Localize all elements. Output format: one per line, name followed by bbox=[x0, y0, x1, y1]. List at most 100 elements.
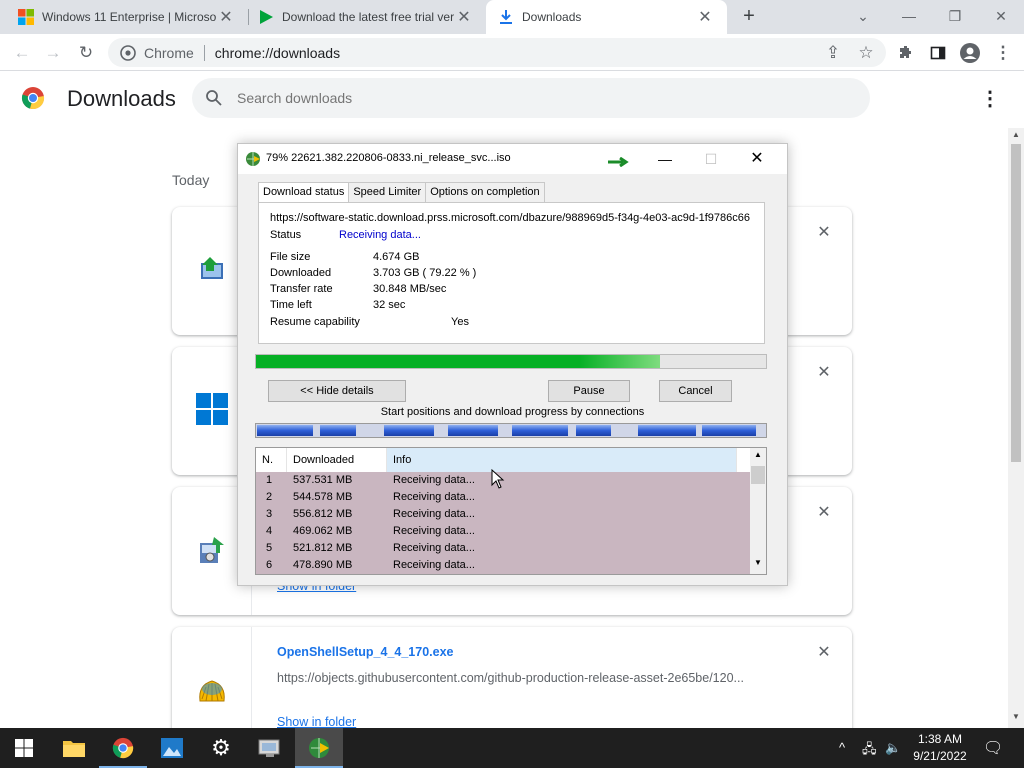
side-panel-icon[interactable] bbox=[925, 40, 951, 66]
taskbar-file-explorer[interactable] bbox=[50, 728, 98, 768]
restore-button[interactable]: ❐ bbox=[940, 4, 970, 28]
remove-download-icon[interactable]: ✕ bbox=[816, 365, 832, 381]
extensions-icon[interactable] bbox=[893, 40, 919, 66]
downloaded-value: 3.703 GB ( 79.22 % ) bbox=[373, 267, 477, 279]
search-icon bbox=[206, 90, 222, 106]
taskbar-control-panel[interactable] bbox=[246, 728, 294, 768]
taskbar-idm[interactable] bbox=[295, 728, 343, 768]
scrollbar-thumb[interactable] bbox=[1011, 144, 1021, 462]
play-triangle-icon bbox=[260, 10, 273, 24]
minimize-button[interactable]: — bbox=[894, 4, 924, 28]
downloads-menu-icon[interactable]: ⋮ bbox=[978, 88, 1002, 112]
row-downloaded: 521.812 MB bbox=[293, 542, 353, 554]
tab-download-trial[interactable]: Download the latest free trial ver ✕ bbox=[248, 0, 486, 34]
idm-globe-icon bbox=[246, 152, 260, 166]
time-left-value: 32 sec bbox=[373, 299, 406, 311]
chrome-menu-icon[interactable]: ⋮ bbox=[990, 40, 1016, 66]
windows-taskbar: ⚙ ^ 🖧 🔈 1:38 AM 9/21/2022 🗨 bbox=[0, 728, 1024, 768]
show-hidden-icons-chevron-icon[interactable]: ^ bbox=[839, 740, 845, 755]
row-number: 6 bbox=[266, 559, 273, 571]
row-number: 3 bbox=[266, 508, 273, 520]
download-icon bbox=[500, 10, 512, 24]
row-info: Receiving data... bbox=[393, 525, 475, 537]
address-bar[interactable]: Chrome chrome://downloads bbox=[108, 38, 886, 67]
search-bar[interactable] bbox=[192, 78, 870, 118]
reload-button[interactable]: ↻ bbox=[73, 40, 99, 66]
search-input[interactable] bbox=[237, 90, 797, 106]
downloaded-label: Downloaded bbox=[270, 267, 332, 279]
idm-download-icon bbox=[201, 257, 223, 279]
table-scrollbar[interactable]: ▲ ▼ bbox=[750, 448, 766, 574]
page-title: Downloads bbox=[67, 86, 176, 111]
tab-download-status[interactable]: Download status bbox=[258, 182, 350, 203]
microsoft-logo-icon bbox=[18, 9, 34, 25]
bookmark-star-icon[interactable]: ☆ bbox=[853, 40, 879, 66]
remove-download-icon[interactable]: ✕ bbox=[816, 505, 832, 521]
volume-icon[interactable]: 🔈 bbox=[885, 740, 901, 756]
share-icon[interactable]: ⇪ bbox=[820, 40, 846, 66]
profile-avatar-icon[interactable] bbox=[957, 40, 983, 66]
scroll-up-arrow-icon[interactable]: ▲ bbox=[1012, 130, 1020, 139]
tab-title: Downloads bbox=[522, 10, 582, 24]
tab-close-icon[interactable]: ✕ bbox=[454, 7, 474, 27]
table-row[interactable]: 3 556.812 MB Receiving data... bbox=[256, 506, 750, 523]
table-row[interactable]: 5 521.812 MB Receiving data... bbox=[256, 540, 750, 557]
download-progress-bar bbox=[255, 354, 767, 369]
scroll-down-arrow-icon[interactable]: ▼ bbox=[754, 558, 762, 567]
dialog-title: 79% 22621.382.220806-0833.ni_release_svc… bbox=[266, 152, 511, 164]
hide-details-button[interactable]: << Hide details bbox=[268, 380, 406, 402]
tab-close-icon[interactable]: ✕ bbox=[216, 7, 236, 27]
new-tab-button[interactable]: + bbox=[737, 4, 761, 28]
taskbar-settings[interactable]: ⚙ bbox=[197, 728, 245, 768]
dialog-close-button[interactable]: ✕ bbox=[742, 147, 772, 171]
dialog-minimize-button[interactable]: — bbox=[650, 147, 680, 171]
page-scrollbar[interactable]: ▲ ▼ bbox=[1008, 128, 1024, 728]
pause-button[interactable]: Pause bbox=[548, 380, 630, 402]
row-downloaded: 556.812 MB bbox=[293, 508, 353, 520]
tab-options-on-completion[interactable]: Options on completion bbox=[425, 182, 545, 202]
connections-caption: Start positions and download progress by… bbox=[380, 406, 645, 418]
column-header-n[interactable]: N. bbox=[256, 448, 287, 472]
download-file-name[interactable]: OpenShellSetup_4_4_170.exe bbox=[277, 645, 453, 659]
close-window-button[interactable]: ✕ bbox=[986, 4, 1016, 28]
table-row[interactable]: 2 544.578 MB Receiving data... bbox=[256, 489, 750, 506]
show-in-folder-link[interactable]: Show in folder bbox=[277, 715, 356, 729]
download-card: OpenShellSetup_4_4_170.exe https://objec… bbox=[172, 627, 852, 737]
forward-button[interactable]: → bbox=[40, 40, 66, 66]
connection-segment bbox=[702, 425, 756, 436]
tab-windows-11-enterprise[interactable]: Windows 11 Enterprise | Microsoft ✕ bbox=[0, 0, 248, 34]
table-row[interactable]: 6 478.890 MB Receiving data... bbox=[256, 557, 750, 574]
column-header-downloaded[interactable]: Downloaded bbox=[287, 448, 387, 472]
tab-title: Windows 11 Enterprise | Microsoft bbox=[42, 10, 216, 24]
notifications-icon[interactable]: 🗨 bbox=[983, 738, 1003, 758]
taskbar-clock[interactable]: 1:38 AM 9/21/2022 bbox=[905, 731, 975, 765]
row-downloaded: 537.531 MB bbox=[293, 474, 353, 486]
cancel-button[interactable]: Cancel bbox=[659, 380, 732, 402]
tab-strip: Windows 11 Enterprise | Microsoft ✕ Down… bbox=[0, 0, 1024, 34]
scroll-down-arrow-icon[interactable]: ▼ bbox=[1012, 712, 1020, 721]
control-panel-icon bbox=[258, 739, 280, 757]
scroll-up-arrow-icon[interactable]: ▲ bbox=[754, 450, 762, 459]
tab-speed-limiter[interactable]: Speed Limiter bbox=[348, 182, 427, 202]
row-info: Receiving data... bbox=[393, 474, 475, 486]
start-icon bbox=[15, 739, 33, 757]
taskbar-chrome[interactable] bbox=[99, 728, 147, 768]
table-row[interactable]: 4 469.062 MB Receiving data... bbox=[256, 523, 750, 540]
start-button[interactable] bbox=[0, 728, 48, 768]
tab-search-icon[interactable]: ⌄ bbox=[848, 4, 878, 28]
shell-icon bbox=[199, 680, 225, 702]
dialog-titlebar[interactable]: 79% 22621.382.220806-0833.ni_release_svc… bbox=[238, 144, 787, 174]
back-button[interactable]: ← bbox=[9, 40, 35, 66]
tab-close-icon[interactable]: ✕ bbox=[695, 7, 715, 27]
tab-downloads[interactable]: Downloads ✕ bbox=[486, 0, 727, 34]
connections-progress-bar bbox=[255, 423, 767, 438]
taskbar-photos[interactable] bbox=[148, 728, 196, 768]
column-header-info[interactable]: Info bbox=[387, 448, 737, 472]
network-icon[interactable]: 🖧 bbox=[862, 740, 877, 762]
remove-download-icon[interactable]: ✕ bbox=[816, 225, 832, 241]
transfer-rate-label: Transfer rate bbox=[270, 283, 333, 295]
mouse-cursor-icon bbox=[491, 469, 505, 489]
table-scrollbar-thumb[interactable] bbox=[751, 466, 765, 484]
row-info: Receiving data... bbox=[393, 542, 475, 554]
remove-download-icon[interactable]: ✕ bbox=[816, 645, 832, 661]
